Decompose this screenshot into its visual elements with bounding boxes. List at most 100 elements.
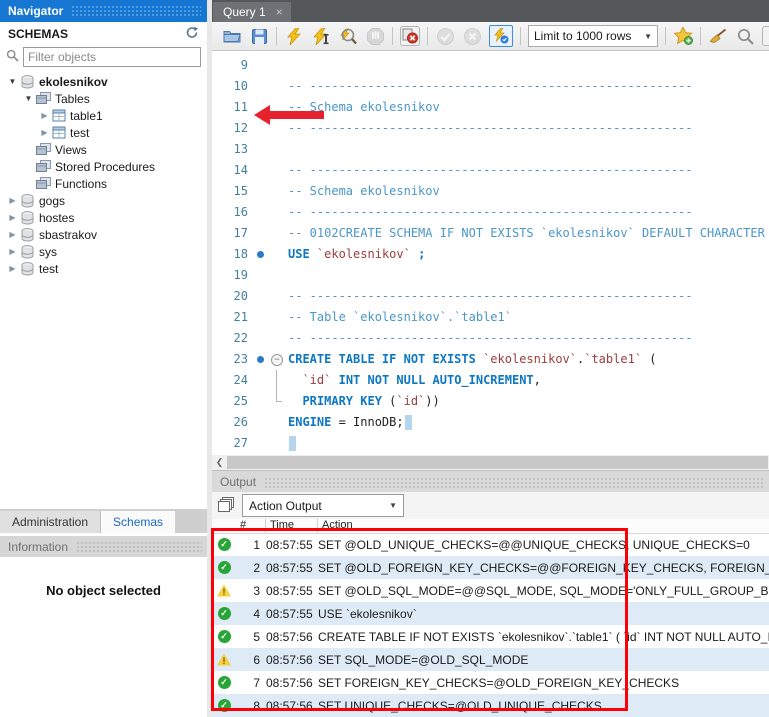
editor-line-11[interactable]: 11-- Schema ekolesnikov <box>212 97 769 118</box>
output-row-5[interactable]: ✓508:57:56CREATE TABLE IF NOT EXISTS `ek… <box>212 625 769 648</box>
sidebar-item-table1[interactable]: ▶ table1 <box>0 107 207 124</box>
editor-line-22[interactable]: 22-- -----------------------------------… <box>212 328 769 349</box>
sidebar-item-functions[interactable]: Functions <box>0 175 207 192</box>
sidebar-item-sys[interactable]: ▶sys <box>0 243 207 260</box>
sidebar-item-ekolesnikov[interactable]: ▼ekolesnikov <box>0 73 207 90</box>
navigator-header-texture <box>71 5 201 17</box>
editor-line-12[interactable]: 12-- -----------------------------------… <box>212 118 769 139</box>
information-title: Information <box>0 540 76 554</box>
output-section-header: Output <box>212 470 769 493</box>
toolbar-separator <box>427 27 428 45</box>
expander-icon[interactable]: ▶ <box>38 111 51 120</box>
navigator-bottom-tabs: Administration Schemas <box>0 509 207 533</box>
query-editor-panel: Query 1 × <box>212 0 769 717</box>
editor-line-27[interactable]: 27 <box>212 433 769 454</box>
sidebar-item-stored-procedures[interactable]: Stored Procedures <box>0 158 207 175</box>
sql-code-editor[interactable]: 910-- ----------------------------------… <box>212 51 769 455</box>
editor-line-17[interactable]: 17-- 0102CREATE SCHEMA IF NOT EXISTS `ek… <box>212 223 769 244</box>
find-icon[interactable] <box>735 26 755 46</box>
navigator-panel: Navigator SCHEMAS ▼ekolesnikov▼Tables▶ta… <box>0 0 208 717</box>
editor-line-18[interactable]: 18USE `ekolesnikov` ; <box>212 244 769 265</box>
filter-objects-input[interactable] <box>23 47 201 67</box>
beautify-icon[interactable] <box>708 26 728 46</box>
line-number: 23 <box>212 349 256 370</box>
code-text: -- 0102CREATE SCHEMA IF NOT EXISTS `ekol… <box>288 223 769 244</box>
tab-query-1[interactable]: Query 1 × <box>213 2 291 22</box>
scrollbar-thumb[interactable] <box>227 456 768 469</box>
expander-icon[interactable]: ▶ <box>38 128 51 137</box>
open-script-icon[interactable] <box>222 26 242 46</box>
code-text: `id` INT NOT NULL AUTO_INCREMENT, <box>288 370 769 391</box>
output-row-4[interactable]: ✓408:57:55USE `ekolesnikov` <box>212 602 769 625</box>
tables-icon <box>36 92 51 105</box>
expander-icon[interactable]: ▶ <box>6 264 19 273</box>
expander-icon[interactable]: ▶ <box>6 213 19 222</box>
editor-line-16[interactable]: 16-- -----------------------------------… <box>212 202 769 223</box>
execute-current-icon[interactable] <box>311 26 331 46</box>
row-time: 08:57:55 <box>266 584 318 598</box>
editor-line-10[interactable]: 10-- -----------------------------------… <box>212 76 769 97</box>
tab-administration[interactable]: Administration <box>0 511 101 533</box>
expander-icon[interactable]: ▶ <box>6 247 19 256</box>
toolbar-separator <box>520 27 521 45</box>
code-text <box>288 265 769 286</box>
fold-start-icon[interactable]: − <box>268 349 288 370</box>
autocommit-icon[interactable] <box>489 25 513 47</box>
success-icon: ✓ <box>212 676 236 689</box>
editor-line-20[interactable]: 20-- -----------------------------------… <box>212 286 769 307</box>
editor-line-15[interactable]: 15-- Schema ekolesnikov <box>212 181 769 202</box>
statement-marker-icon <box>256 349 268 370</box>
fold-gutter <box>268 244 288 265</box>
sidebar-item-test[interactable]: ▶ test <box>0 124 207 141</box>
explain-icon[interactable] <box>338 26 358 46</box>
execute-icon[interactable] <box>284 26 304 46</box>
fold-gutter <box>268 286 288 307</box>
output-row-8[interactable]: ✓808:57:56SET UNIQUE_CHECKS=@OLD_UNIQUE_… <box>212 694 769 717</box>
output-row-1[interactable]: ✓108:57:55SET @OLD_UNIQUE_CHECKS=@@UNIQU… <box>212 533 769 556</box>
editor-line-14[interactable]: 14-- -----------------------------------… <box>212 160 769 181</box>
output-view-selector[interactable]: Action Output ▼ <box>242 494 404 517</box>
expander-icon[interactable]: ▶ <box>6 230 19 239</box>
editor-line-26[interactable]: 26ENGINE = InnoDB; <box>212 412 769 433</box>
expander-icon[interactable]: ▼ <box>6 77 19 86</box>
toggle-stop-on-error-icon[interactable] <box>400 26 420 46</box>
output-row-6[interactable]: !608:57:56SET SQL_MODE=@OLD_SQL_MODE <box>212 648 769 671</box>
output-row-3[interactable]: !308:57:55SET @OLD_SQL_MODE=@@SQL_MODE, … <box>212 579 769 602</box>
editor-line-24[interactable]: 24 `id` INT NOT NULL AUTO_INCREMENT, <box>212 370 769 391</box>
editor-line-9[interactable]: 9 <box>212 55 769 76</box>
editor-line-23[interactable]: 23−CREATE TABLE IF NOT EXISTS `ekolesnik… <box>212 349 769 370</box>
editor-line-21[interactable]: 21-- Table `ekolesnikov`.`table1` <box>212 307 769 328</box>
sidebar-item-hostes[interactable]: ▶hostes <box>0 209 207 226</box>
editor-line-13[interactable]: 13 <box>212 139 769 160</box>
tree-item-label: Tables <box>55 92 90 106</box>
tree-item-label: test <box>70 126 89 140</box>
expander-icon[interactable]: ▶ <box>6 196 19 205</box>
information-header: Information <box>0 536 207 557</box>
sidebar-item-gogs[interactable]: ▶gogs <box>0 192 207 209</box>
save-icon[interactable] <box>249 26 269 46</box>
sidebar-item-views[interactable]: Views <box>0 141 207 158</box>
refresh-icon[interactable] <box>185 26 199 42</box>
fold-gutter <box>268 76 288 97</box>
close-icon[interactable]: × <box>276 5 283 19</box>
row-action: SET FOREIGN_KEY_CHECKS=@OLD_FOREIGN_KEY_… <box>318 676 769 690</box>
editor-horizontal-scrollbar[interactable]: ❮ <box>212 455 769 470</box>
limit-rows-selector[interactable]: Limit to 1000 rows ▼ <box>528 25 658 47</box>
new-snippet-icon[interactable] <box>673 26 693 46</box>
scroll-left-icon[interactable]: ❮ <box>212 455 227 470</box>
marker-gutter <box>256 160 268 181</box>
expander-icon[interactable]: ▼ <box>22 94 35 103</box>
navigator-header: Navigator <box>0 0 207 22</box>
output-row-2[interactable]: ✓208:57:55SET @OLD_FOREIGN_KEY_CHECKS=@@… <box>212 556 769 579</box>
code-text: CREATE TABLE IF NOT EXISTS `ekolesnikov`… <box>288 349 769 370</box>
editor-line-25[interactable]: 25 PRIMARY KEY (`id`)) <box>212 391 769 412</box>
sidebar-item-sbastrakov[interactable]: ▶sbastrakov <box>0 226 207 243</box>
tree-item-label: table1 <box>70 109 103 123</box>
invisibles-icon[interactable]: ¶ <box>762 26 769 46</box>
sidebar-item-tables[interactable]: ▼ Tables <box>0 90 207 107</box>
views-icon <box>36 143 51 156</box>
editor-line-19[interactable]: 19 <box>212 265 769 286</box>
sidebar-item-test[interactable]: ▶test <box>0 260 207 277</box>
output-row-7[interactable]: ✓708:57:56SET FOREIGN_KEY_CHECKS=@OLD_FO… <box>212 671 769 694</box>
tab-schemas[interactable]: Schemas <box>101 511 175 533</box>
